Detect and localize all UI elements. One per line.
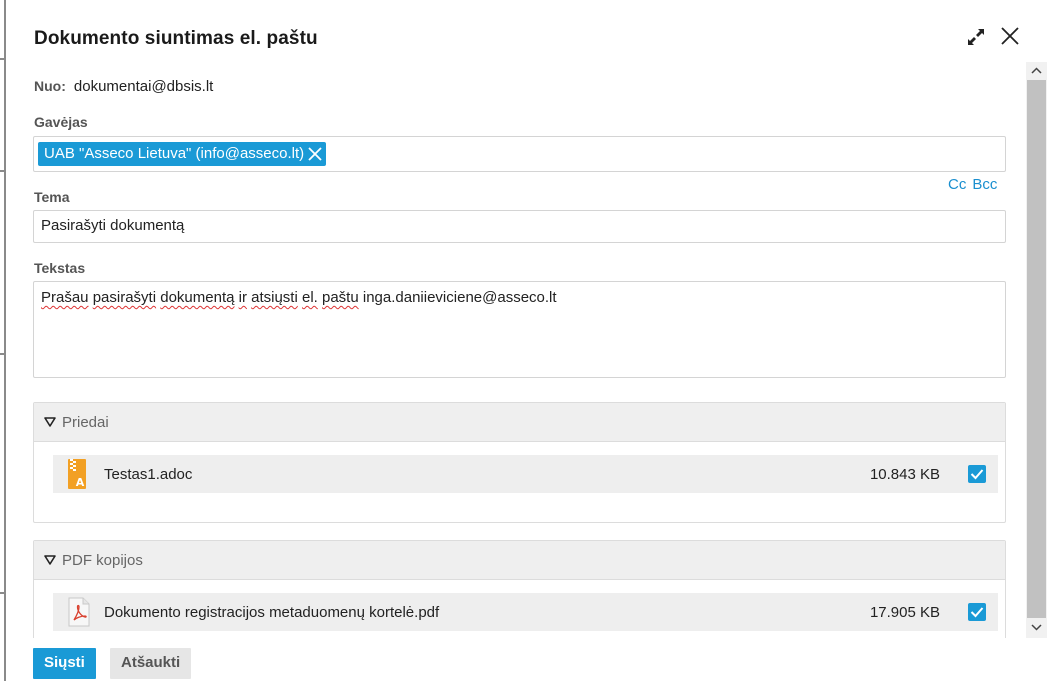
attachment-row: A Testas1.adoc 10.843 KB [53,455,998,493]
from-row: Nuo: dokumentai@dbsis.lt [34,78,213,95]
bcc-link[interactable]: Bcc [972,176,997,193]
dialog-footer: Siųsti Atšaukti [10,638,1047,681]
scroll-down-icon[interactable] [1031,622,1042,632]
attachments-header[interactable]: Priedai [34,403,1005,442]
cc-bcc-links: Cc Bcc [942,176,997,193]
pdf-copies-title: PDF kopijos [62,551,143,569]
body-email: inga.daniieviciene@asseco.lt [362,289,557,306]
pdf-file-icon [68,597,90,627]
body-word: Prašau [41,289,89,306]
background-window-edge [0,0,8,681]
cc-link[interactable]: Cc [948,176,966,193]
pdf-copies-header[interactable]: PDF kopijos [34,541,1005,580]
attachment-size: 10.843 KB [869,466,940,483]
body-textarea[interactable]: Prašau pasirašyti dokumentą ir atsiųsti … [33,281,1006,378]
svg-text:A: A [76,476,85,489]
pdf-copies-panel: PDF kopijos Dokumento registracijos meta… [33,540,1006,638]
subject-input[interactable]: Pasirašyti dokumentą [33,210,1006,243]
remove-recipient-icon[interactable] [308,147,322,161]
pdf-size: 17.905 KB [869,604,940,621]
expand-icon[interactable] [965,26,987,48]
body-word: atsiųsti [251,289,298,306]
dialog-content: Nuo: dokumentai@dbsis.lt Gavėjas UAB "Ass… [10,62,1047,638]
recipient-chip[interactable]: UAB "Asseco Lietuva" (info@asseco.lt) [38,142,327,166]
recipient-chip-label: UAB "Asseco Lietuva" (info@asseco.lt) [44,145,305,162]
pdf-name: Dokumento registracijos metaduomenų kort… [104,604,440,621]
pdf-checkbox[interactable] [968,603,986,621]
subject-label: Tema [34,189,70,205]
body-word: el. [301,289,318,306]
collapse-triangle-icon [44,417,56,427]
archive-file-icon: A [68,459,86,489]
send-button[interactable]: Siųsti [33,648,96,679]
recipient-label: Gavėjas [34,114,88,130]
vertical-scrollbar[interactable] [1026,62,1047,638]
collapse-triangle-icon [44,555,56,565]
body-label: Tekstas [34,260,86,276]
attachments-panel: Priedai A Testas1.adoc 10.843 KB [33,402,1006,523]
email-dialog: Dokumento siuntimas el. paštu Nuo: dokume… [10,0,1047,681]
close-icon[interactable] [998,24,1022,48]
pdf-row: Dokumento registracijos metaduomenų kort… [53,593,998,631]
body-word: dokumentą [160,289,235,306]
body-word: ir [238,289,247,306]
scroll-up-icon[interactable] [1031,66,1042,76]
dialog-title: Dokumento siuntimas el. paštu [34,28,318,49]
attachment-name: Testas1.adoc [104,466,193,483]
cancel-button[interactable]: Atšaukti [110,648,192,679]
from-label: Nuo: [34,78,66,94]
scrollbar-thumb[interactable] [1027,80,1046,618]
from-value: dokumentai@dbsis.lt [73,78,214,95]
body-word: pasirašyti [92,289,157,306]
attachments-title: Priedai [62,413,109,431]
body-word: paštu [322,289,359,306]
recipient-field[interactable]: UAB "Asseco Lietuva" (info@asseco.lt) [33,136,1006,172]
attachment-checkbox[interactable] [968,465,986,483]
